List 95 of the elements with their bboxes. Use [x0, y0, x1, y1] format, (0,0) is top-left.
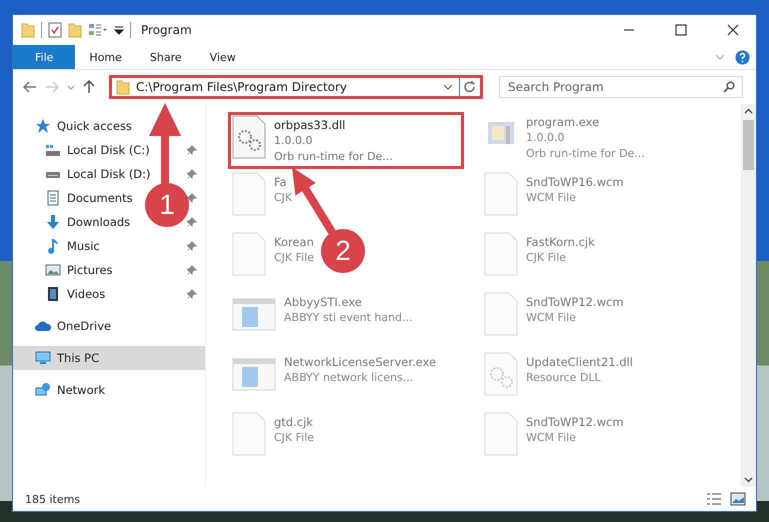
file-detail: CJK File — [526, 250, 568, 266]
file-icon — [232, 172, 266, 216]
file-icon — [484, 232, 518, 276]
file-icon — [232, 412, 266, 456]
gears-file-icon — [232, 115, 266, 159]
tiles-view-icon[interactable] — [730, 492, 746, 506]
recent-locations-icon[interactable] — [67, 84, 75, 90]
scroll-up-icon[interactable] — [744, 108, 753, 114]
file-name[interactable]: gtd.cjk — [274, 414, 314, 430]
pin-icon[interactable] — [187, 217, 197, 227]
minimize-icon[interactable] — [623, 29, 635, 31]
sidebar-item[interactable]: OneDrive — [57, 319, 112, 333]
file-name[interactable]: FastKorn.cjk — [526, 234, 595, 250]
scroll-down-icon[interactable] — [744, 477, 753, 483]
close-icon[interactable] — [727, 24, 739, 36]
properties-icon[interactable] — [48, 22, 62, 38]
file-detail: Orb run-time for De... — [526, 146, 645, 162]
back-arrow-icon[interactable] — [23, 81, 37, 93]
expand-ribbon-icon[interactable] — [715, 54, 725, 60]
network-icon — [35, 382, 51, 398]
file-icon — [484, 412, 518, 456]
folder-icon — [21, 22, 35, 38]
drive-icon — [45, 142, 61, 158]
new-folder-icon — [68, 22, 82, 38]
file-detail: WCM File — [526, 310, 577, 326]
file-detail: ABBYY network licens... — [284, 370, 414, 386]
pin-icon[interactable] — [187, 289, 197, 299]
file-detail: 1.0.0.0 — [526, 130, 566, 146]
file-detail: CJK File — [274, 430, 314, 446]
pin-icon[interactable] — [187, 241, 197, 251]
file-detail: ABBYY sti event hand... — [284, 310, 413, 326]
pin-icon[interactable] — [187, 265, 197, 275]
file-name[interactable]: NetworkLicenseServer.exe — [284, 354, 436, 370]
file-name[interactable]: SndToWP12.wcm — [526, 414, 624, 430]
ribbon-tab[interactable]: File — [13, 45, 76, 69]
sidebar-item[interactable]: Quick access — [57, 119, 132, 133]
dropdown-caret-icon[interactable] — [443, 84, 453, 90]
file-detail: Resource DLL — [526, 370, 602, 386]
file-icon — [232, 232, 266, 276]
document-icon — [45, 190, 61, 206]
file-detail: WCM File — [526, 430, 577, 446]
file-name[interactable]: AbbyySTI.exe — [284, 294, 413, 310]
file-detail: CJK File — [274, 250, 314, 266]
folder-icon — [116, 80, 130, 94]
monitor-icon — [35, 350, 51, 366]
up-arrow-icon[interactable] — [83, 80, 95, 94]
down-arrow-icon — [45, 214, 61, 230]
scrollbar[interactable] — [741, 104, 756, 487]
item-count: 185 items — [25, 492, 82, 506]
file-name[interactable]: SndToWP16.wcm — [526, 174, 624, 190]
address-bar[interactable]: C:\Program Files\Program Directory — [109, 75, 483, 99]
file-detail: Orb run-time for De... — [274, 149, 393, 165]
file-name[interactable]: Fa — [274, 174, 292, 190]
gears-file-icon — [484, 352, 518, 396]
file-detail: CJK — [274, 190, 292, 206]
sidebar-item[interactable]: Network — [57, 383, 106, 397]
pin-icon[interactable] — [187, 169, 197, 179]
ribbon-tab[interactable]: Home — [75, 45, 136, 69]
file-detail: 1.0.0.0 — [274, 133, 314, 149]
sidebar-item[interactable]: Documents — [67, 191, 133, 205]
selected-row[interactable]: This PC — [13, 346, 205, 370]
pin-icon[interactable] — [187, 145, 197, 155]
file-icon — [484, 292, 518, 336]
sidebar-item[interactable]: Pictures — [67, 263, 113, 277]
application-icon — [232, 298, 276, 331]
maximize-icon[interactable] — [675, 24, 687, 36]
sidebar-item[interactable]: Local Disk (D:) — [67, 167, 151, 181]
file-detail: WCM File — [526, 190, 577, 206]
pin-icon[interactable] — [187, 193, 197, 203]
star-icon — [35, 118, 51, 134]
help-icon[interactable] — [735, 50, 750, 64]
window-title: Program — [141, 23, 192, 37]
film-icon — [45, 286, 61, 302]
customize-caret-icon[interactable] — [114, 25, 124, 35]
application-icon — [232, 358, 276, 391]
search-field[interactable]: Search Program — [499, 76, 743, 98]
file-name[interactable]: Korean — [274, 234, 314, 250]
picture-icon — [45, 262, 61, 278]
scroll-thumb[interactable] — [743, 120, 754, 170]
sidebar-item[interactable]: Videos — [67, 287, 106, 301]
sidebar-item[interactable]: Local Disk (C:) — [67, 143, 150, 157]
installer-icon — [488, 122, 514, 144]
file-name[interactable]: program.exe — [526, 114, 645, 130]
sidebar-item[interactable]: Downloads — [67, 215, 130, 229]
sidebar-item[interactable]: Music — [67, 239, 100, 253]
ribbon-tab[interactable]: View — [196, 45, 250, 69]
details-view-icon[interactable] — [706, 493, 722, 505]
file-name[interactable]: SndToWP12.wcm — [526, 294, 624, 310]
sidebar-item[interactable]: This PC — [57, 351, 100, 365]
file-icon — [484, 172, 518, 216]
file-name[interactable]: orbpas33.dll — [274, 117, 393, 133]
music-note-icon — [45, 238, 61, 254]
view-options-icon[interactable] — [88, 23, 108, 37]
file-name[interactable]: UpdateClient21.dll — [526, 354, 633, 370]
ribbon-tab[interactable]: Share — [136, 45, 196, 69]
